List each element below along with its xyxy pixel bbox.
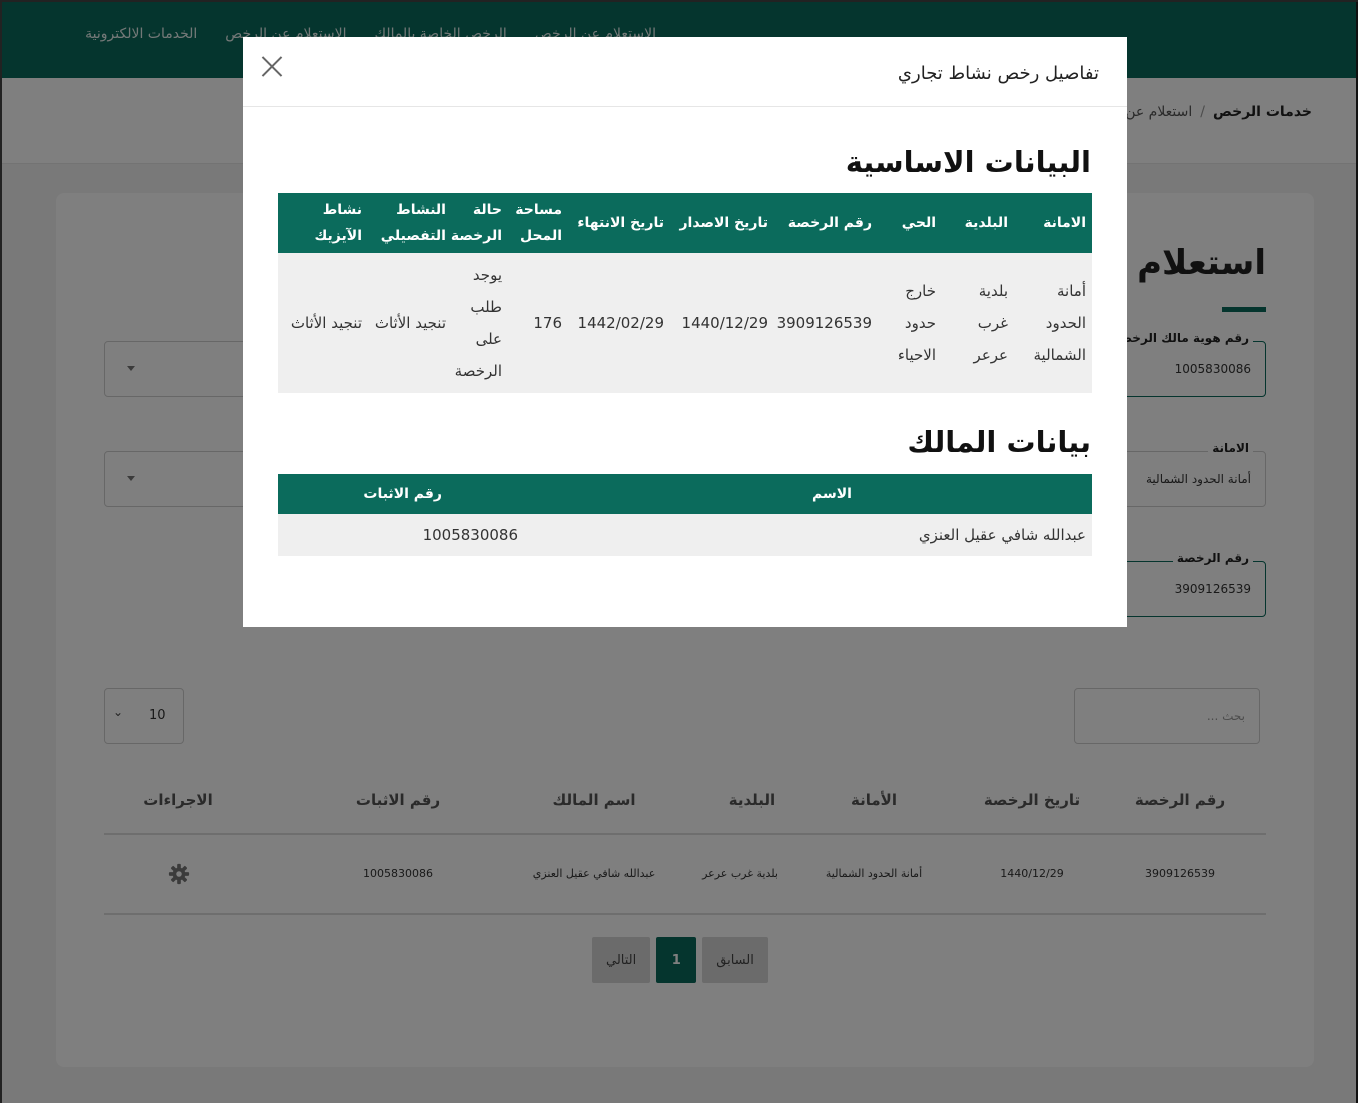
- basic-col-municipality: البلدية: [942, 193, 1014, 253]
- owner-col-name: الاسم: [702, 474, 1092, 514]
- basic-cell-district: خارج حدود الاحياء: [878, 253, 942, 393]
- basic-col-amana: الامانة: [1014, 193, 1092, 253]
- modal-header: تفاصيل رخص نشاط تجاري: [243, 37, 1127, 107]
- basic-col-license-status: حالة الرخصة: [451, 193, 508, 253]
- basic-table-header-row: الامانة البلدية الحي رقم الرخصة تاريخ ال…: [278, 193, 1092, 253]
- license-details-modal: تفاصيل رخص نشاط تجاري البيانات الاساسية …: [243, 37, 1127, 627]
- basic-cell-license-status: يوجد طلب على الرخصة: [452, 253, 508, 393]
- basic-cell-shop-area: 176: [508, 253, 568, 393]
- basic-cell-license-no: 3909126539: [774, 253, 878, 393]
- basic-col-expiry-date: تاريخ الانتهاء: [568, 193, 670, 253]
- basic-col-district: الحي: [878, 193, 942, 253]
- basic-col-isic-activity: نشاط الآيزيك: [278, 193, 368, 253]
- basic-cell-municipality: بلدية غرب عرعر: [942, 253, 1014, 393]
- table-row: أمانة الحدود الشمالية بلدية غرب عرعر خار…: [278, 253, 1092, 393]
- basic-cell-detailed-activity: تنجيد الأثاث: [368, 253, 452, 393]
- basic-col-license-no: رقم الرخصة: [774, 193, 878, 253]
- app-window: الاستعلام عن الرخص الرخص الخاصة بالمالك …: [0, 0, 1358, 1103]
- basic-cell-issue-date: 1440/12/29: [670, 253, 774, 393]
- owner-table-header-row: الاسم رقم الاثبات: [278, 474, 1092, 514]
- basic-col-detailed-activity: النشاط التفصيلي: [368, 193, 452, 253]
- owner-cell-name: عبدالله شافي عقيل العنزي: [702, 514, 1092, 556]
- basic-cell-isic-activity: تنجيد الأثاث: [278, 253, 368, 393]
- modal-title: تفاصيل رخص نشاط تجاري: [897, 63, 1099, 84]
- basic-col-issue-date: تاريخ الاصدار: [670, 193, 774, 253]
- table-row: عبدالله شافي عقيل العنزي 1005830086: [278, 514, 1092, 556]
- basic-data-title: البيانات الاساسية: [845, 145, 1091, 179]
- basic-cell-amana: أمانة الحدود الشمالية: [1014, 253, 1092, 393]
- owner-cell-id-no: 1005830086: [278, 514, 702, 556]
- owner-col-id-no: رقم الاثبات: [278, 474, 702, 514]
- basic-cell-expiry-date: 1442/02/29: [568, 253, 670, 393]
- close-icon[interactable]: [259, 53, 285, 79]
- basic-col-shop-area: مساحة المحل: [508, 193, 568, 253]
- owner-data-title: بيانات المالك: [907, 425, 1091, 459]
- owner-data-table: الاسم رقم الاثبات عبدالله شافي عقيل العن…: [278, 474, 1092, 556]
- basic-data-table: الامانة البلدية الحي رقم الرخصة تاريخ ال…: [278, 193, 1092, 393]
